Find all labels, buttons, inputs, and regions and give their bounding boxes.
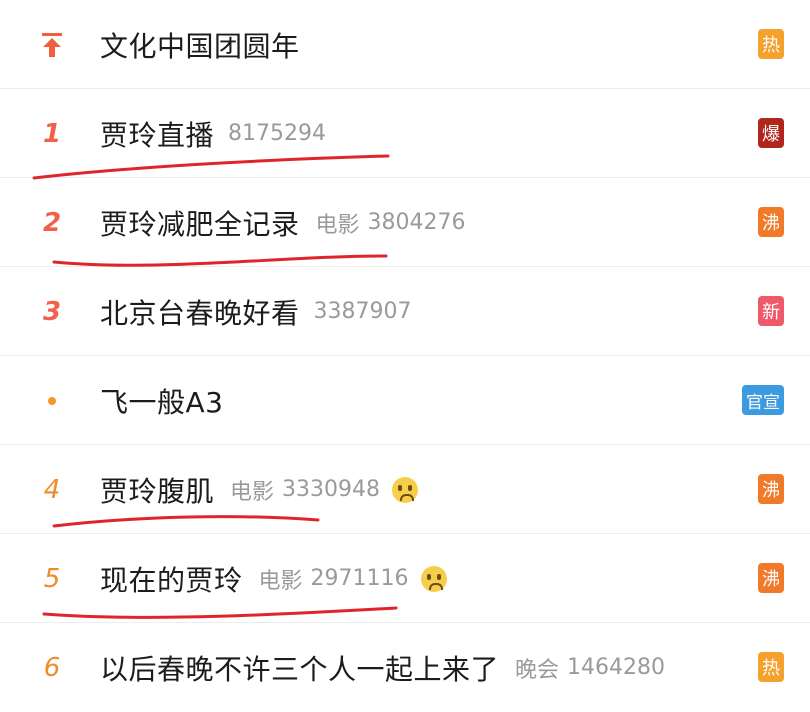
item-count: 3804276 — [367, 210, 466, 235]
item-title[interactable]: 以后春晚不许三个人一起上来了 — [100, 648, 499, 688]
item-count: 3387907 — [313, 299, 412, 324]
new-badge: 新 — [758, 296, 784, 326]
list-item[interactable]: 1 贾玲直播 8175294 爆 — [0, 89, 810, 178]
rank-number: 4 — [43, 474, 61, 505]
item-category: 电影 — [258, 568, 303, 594]
boiling-badge: 沸 — [758, 563, 784, 593]
list-item[interactable]: 4 贾玲腹肌 电影 3330948 沸 — [0, 445, 810, 534]
list-item[interactable]: 文化中国团圆年 热 — [0, 0, 810, 89]
list-item[interactable]: 2 贾玲减肥全记录 电影 3804276 沸 — [0, 178, 810, 267]
item-title[interactable]: 文化中国团圆年 — [100, 25, 300, 65]
list-item[interactable]: 5 现在的贾玲 电影 2971116 沸 — [0, 534, 810, 623]
item-title[interactable]: 北京台春晚好看 — [100, 292, 300, 332]
item-title[interactable]: 贾玲腹肌 — [100, 470, 214, 510]
hot-badge: 热 — [758, 29, 784, 59]
item-category: 晚会 — [515, 657, 560, 683]
rank-number: 6 — [43, 652, 61, 683]
list-item[interactable]: 6 以后春晚不许三个人一起上来了 晚会 1464280 热 — [0, 623, 810, 712]
crying-face-icon — [392, 476, 419, 503]
rank-number: 1 — [42, 118, 62, 149]
item-category: 电影 — [230, 479, 275, 505]
boiling-badge: 沸 — [758, 474, 784, 504]
boiling-badge: 沸 — [758, 207, 784, 237]
item-count: 1464280 — [567, 655, 666, 680]
item-title[interactable]: 现在的贾玲 — [100, 559, 243, 599]
item-title[interactable]: 贾玲直播 — [100, 114, 214, 154]
item-count: 3330948 — [282, 477, 381, 502]
list-item[interactable]: 飞一般A3 官宣 — [0, 356, 810, 445]
item-title[interactable]: 贾玲减肥全记录 — [100, 203, 300, 243]
hot-badge: 热 — [758, 652, 784, 682]
item-count: 8175294 — [228, 121, 326, 146]
rank-number: 3 — [42, 296, 62, 327]
explode-badge: 爆 — [758, 118, 784, 148]
rank-number: 5 — [43, 563, 61, 594]
item-category: 电影 — [315, 212, 360, 238]
rank-number: 2 — [42, 207, 62, 238]
trending-list: 文化中国团圆年 热 1 贾玲直播 8175294 爆 2 贾玲减肥全记录 电影 … — [0, 0, 810, 697]
item-count: 2971116 — [310, 566, 409, 591]
official-badge: 官宣 — [742, 385, 784, 415]
list-item[interactable]: 3 北京台春晚好看 3387907 新 — [0, 267, 810, 356]
pin-top-icon — [30, 0, 74, 89]
item-title[interactable]: 飞一般A3 — [100, 381, 223, 421]
dot-marker-icon — [30, 356, 74, 445]
crying-face-icon — [420, 565, 447, 592]
